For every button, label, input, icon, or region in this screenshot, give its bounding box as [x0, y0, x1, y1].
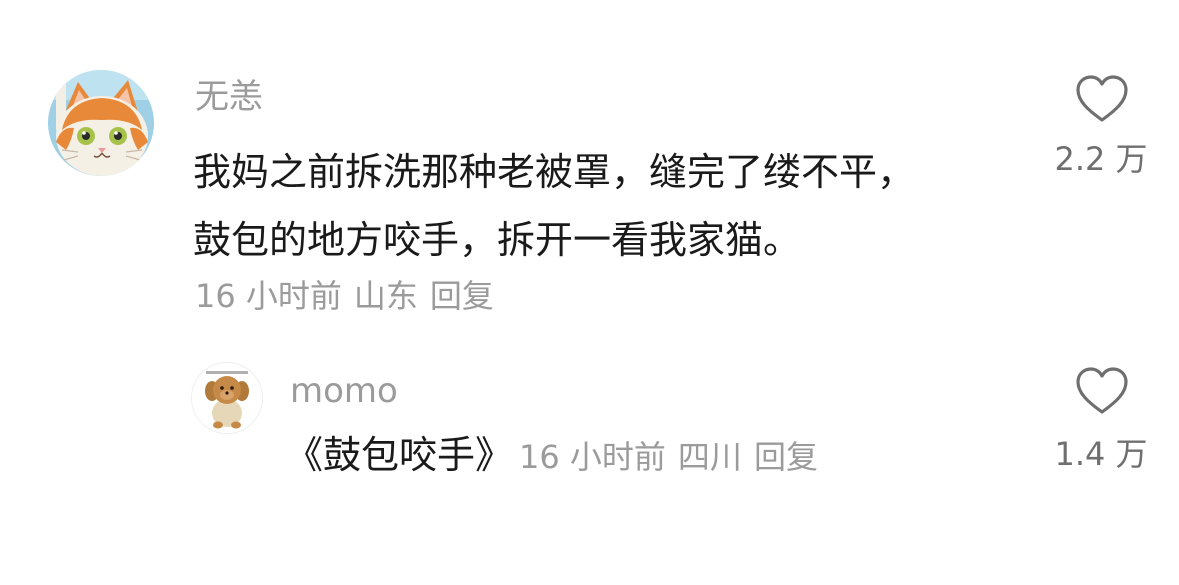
comment-text-line: 我妈之前拆洗那种老被罩，缝完了缕不平，	[193, 150, 916, 194]
reply-location: 四川	[677, 438, 742, 476]
reply-meta: 16 小时前 四川 回复	[519, 438, 830, 476]
heart-icon[interactable]	[1074, 74, 1130, 124]
reply-row: 《鼓包咬手》 16 小时前 四川 回复	[285, 436, 830, 474]
reply-text: 《鼓包咬手》	[285, 433, 514, 477]
comment-username[interactable]: 无恙	[195, 80, 263, 114]
orange-cat-avatar-icon	[48, 70, 154, 176]
reply-username[interactable]: momo	[290, 374, 398, 408]
comment-text-line: 鼓包的地方咬手，拆开一看我家猫。	[193, 218, 802, 262]
comment-text: 我妈之前拆洗那种老被罩，缝完了缕不平， 鼓包的地方咬手，拆开一看我家猫。	[193, 138, 1033, 274]
comment-reply-button[interactable]: 回复	[430, 277, 494, 315]
toy-dog-avatar-icon	[192, 363, 262, 433]
comment-time: 16 小时前	[195, 277, 342, 315]
comment-like-count: 2.2 万	[1054, 140, 1148, 178]
reply-time: 16 小时前	[519, 438, 666, 476]
reply-avatar[interactable]	[191, 362, 263, 434]
comment-meta: 16 小时前 山东 回复	[195, 280, 506, 312]
heart-icon[interactable]	[1074, 366, 1130, 416]
reply-reply-button[interactable]: 回复	[754, 438, 818, 476]
reply-like-count: 1.4 万	[1054, 435, 1148, 473]
avatar[interactable]	[48, 70, 154, 176]
comment-location: 山东	[353, 277, 418, 315]
